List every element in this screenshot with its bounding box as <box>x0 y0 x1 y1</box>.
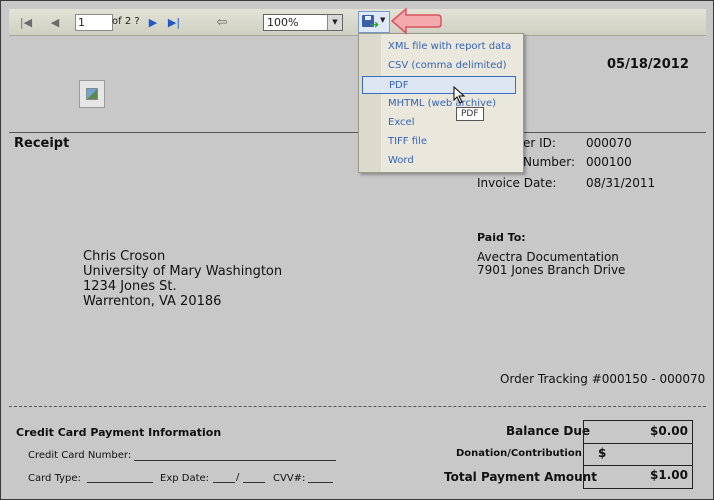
customer-id-label: er ID: <box>523 136 556 150</box>
order-tracking: Order Tracking #000150 - 000070 <box>500 372 706 386</box>
paid-to-line: 7901 Jones Branch Drive <box>477 263 626 277</box>
paid-to-label: Paid To: <box>477 231 526 244</box>
menu-item-excel[interactable]: Excel <box>388 114 415 132</box>
report-viewer-frame: |◀ ◀ 1 of 2 ? ▶ ▶| ⇦ 100% ▼ ➜ ▼ XML file… <box>0 0 714 500</box>
next-page-button[interactable]: ▶ <box>145 9 161 35</box>
back-button[interactable]: ⇦ <box>213 9 231 35</box>
logo-image-placeholder <box>79 80 105 108</box>
invoice-date-label: Invoice Date: <box>477 176 557 190</box>
last-page-icon: ▶| <box>167 15 181 29</box>
menu-item-xml[interactable]: XML file with report data <box>388 38 511 56</box>
payment-section-title: Credit Card Payment Information <box>16 426 222 439</box>
invoice-number-label: Number: <box>523 155 576 169</box>
exp-month-field[interactable] <box>213 482 235 483</box>
donation-cell[interactable]: $ <box>584 443 692 466</box>
credit-card-number-label: Credit Card Number: <box>28 450 132 461</box>
customer-id-value: 000070 <box>586 136 632 150</box>
bill-to-line: University of Mary Washington <box>83 264 283 279</box>
chevron-down-icon: ▼ <box>380 16 386 24</box>
bill-to-line: 1234 Jones St. <box>83 279 177 294</box>
invoice-date-value: 08/31/2011 <box>586 176 656 190</box>
card-type-label: Card Type: <box>28 473 81 484</box>
next-page-icon: ▶ <box>148 15 158 29</box>
pdf-tooltip: PDF <box>456 107 484 121</box>
credit-card-number-field[interactable] <box>134 460 336 461</box>
export-arrow-icon: ➜ <box>370 18 380 31</box>
export-button[interactable]: ➜ ▼ <box>358 11 390 33</box>
report-date: 05/18/2012 <box>607 57 689 72</box>
cvv-label: CVV#: <box>273 473 306 484</box>
bill-to-line: Chris Croson <box>83 249 166 264</box>
first-page-icon: |◀ <box>19 15 33 29</box>
mouse-cursor-icon <box>453 86 466 104</box>
bill-to-line: Warrenton, VA 20186 <box>83 294 222 309</box>
total-payment-label: Total Payment Amount <box>444 470 597 484</box>
page-number-input[interactable]: 1 <box>75 14 113 31</box>
exp-year-field[interactable] <box>243 482 265 483</box>
first-page-button[interactable]: |◀ <box>17 9 35 35</box>
total-payment-value: $1.00 <box>650 468 688 482</box>
menu-item-word[interactable]: Word <box>388 152 414 170</box>
menu-item-tiff[interactable]: TIFF file <box>388 133 427 151</box>
previous-page-button[interactable]: ◀ <box>47 9 63 35</box>
menu-item-csv[interactable]: CSV (comma delimited) <box>388 57 507 75</box>
section-divider <box>9 406 706 407</box>
zoom-select[interactable]: 100% ▼ <box>263 14 343 31</box>
invoice-number-value: 000100 <box>586 155 632 169</box>
donation-label: Donation/Contribution <box>456 448 582 459</box>
total-payment-cell: $1.00 <box>584 465 692 487</box>
callout-arrow-icon <box>390 7 442 35</box>
balance-due-value: $0.00 <box>650 424 688 438</box>
cvv-field[interactable] <box>308 482 333 483</box>
donation-value: $ <box>598 446 607 460</box>
exp-date-separator: / <box>236 472 240 483</box>
balance-due-cell: $0.00 <box>584 421 692 444</box>
menu-item-pdf[interactable]: PDF <box>362 76 516 94</box>
paid-to-line: Avectra Documentation <box>477 250 619 264</box>
payment-amounts-table: $0.00 $ $1.00 <box>583 420 693 489</box>
chevron-down-icon[interactable]: ▼ <box>327 15 342 30</box>
receipt-title: Receipt <box>14 136 70 151</box>
menu-icon-strip <box>359 34 381 172</box>
image-icon <box>86 88 98 100</box>
export-format-menu: XML file with report data CSV (comma del… <box>358 33 524 173</box>
balance-due-label: Balance Due <box>506 424 591 438</box>
zoom-value: 100% <box>267 16 299 29</box>
exp-date-label: Exp Date: <box>160 473 210 484</box>
previous-page-icon: ◀ <box>50 15 60 29</box>
last-page-button[interactable]: ▶| <box>165 9 183 35</box>
card-type-field[interactable] <box>87 482 153 483</box>
page-count-label: of 2 ? <box>112 16 140 27</box>
back-icon: ⇦ <box>216 14 228 30</box>
